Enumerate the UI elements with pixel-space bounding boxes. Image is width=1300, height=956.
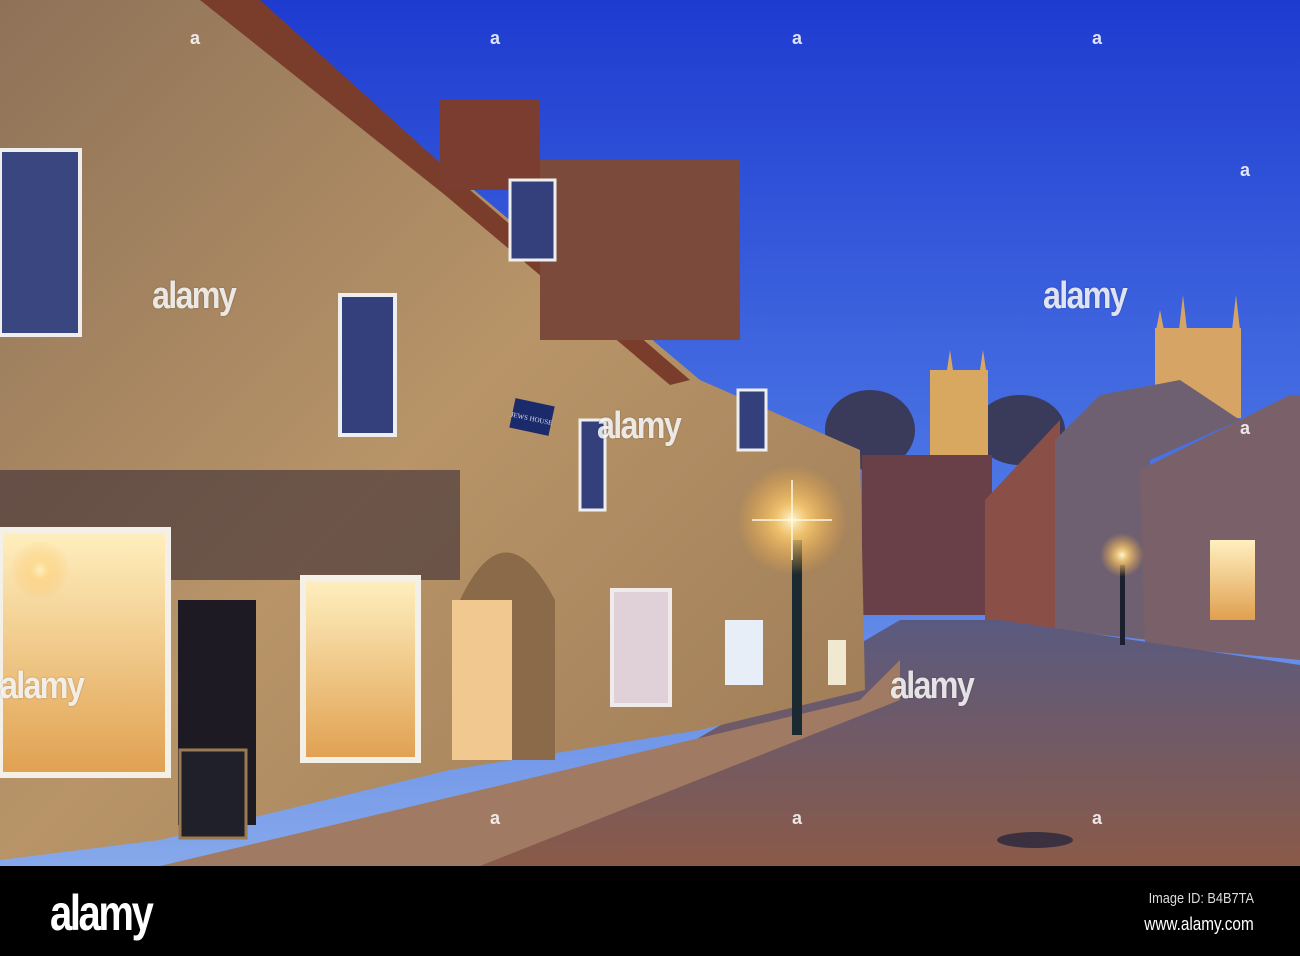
watermark-dot: a: [792, 808, 803, 828]
watermark: alamy: [597, 405, 682, 447]
watermark-dot: a: [490, 28, 501, 48]
website-link[interactable]: www.alamy.com: [1145, 914, 1254, 935]
lit-doorway: [452, 600, 512, 760]
window: [736, 388, 768, 452]
watermark-dot: a: [1240, 418, 1251, 438]
shop-window: [610, 588, 672, 707]
shop-window: [1210, 540, 1255, 620]
brick-gable: [540, 160, 740, 340]
watermark-dot: a: [792, 28, 803, 48]
watermark: alamy: [152, 275, 237, 317]
window: [338, 293, 397, 437]
chandelier-glow: [10, 540, 70, 600]
chimney: [440, 100, 540, 190]
shop-window: [300, 575, 421, 763]
footer-bar: alamy Image ID: B4B7TA www.alamy.com: [0, 866, 1300, 956]
watermark-dot: a: [190, 28, 201, 48]
chalkboard-sign: [178, 748, 248, 840]
watermark-dot: a: [1092, 808, 1103, 828]
drain-cover: [997, 832, 1073, 848]
watermark: alamy: [1043, 275, 1128, 317]
watermark-dot: a: [1240, 160, 1251, 180]
street-lamp-post: [1120, 565, 1125, 645]
watermark: alamy: [0, 665, 85, 707]
watermark: alamy: [890, 665, 975, 707]
street-lamp-light: [1100, 533, 1144, 577]
far-building: [862, 455, 992, 615]
image-id: Image ID: B4B7TA: [1148, 890, 1254, 907]
alamy-logo: alamy: [50, 885, 154, 941]
shop-window: [725, 620, 763, 685]
window: [508, 178, 557, 262]
watermark-dot: a: [490, 808, 501, 828]
window: [0, 148, 82, 337]
stock-photo: JEWS HOUSE alamy alamy alamy alamy alamy…: [0, 0, 1300, 956]
watermark-dot: a: [1092, 28, 1103, 48]
shop-window: [828, 640, 846, 685]
